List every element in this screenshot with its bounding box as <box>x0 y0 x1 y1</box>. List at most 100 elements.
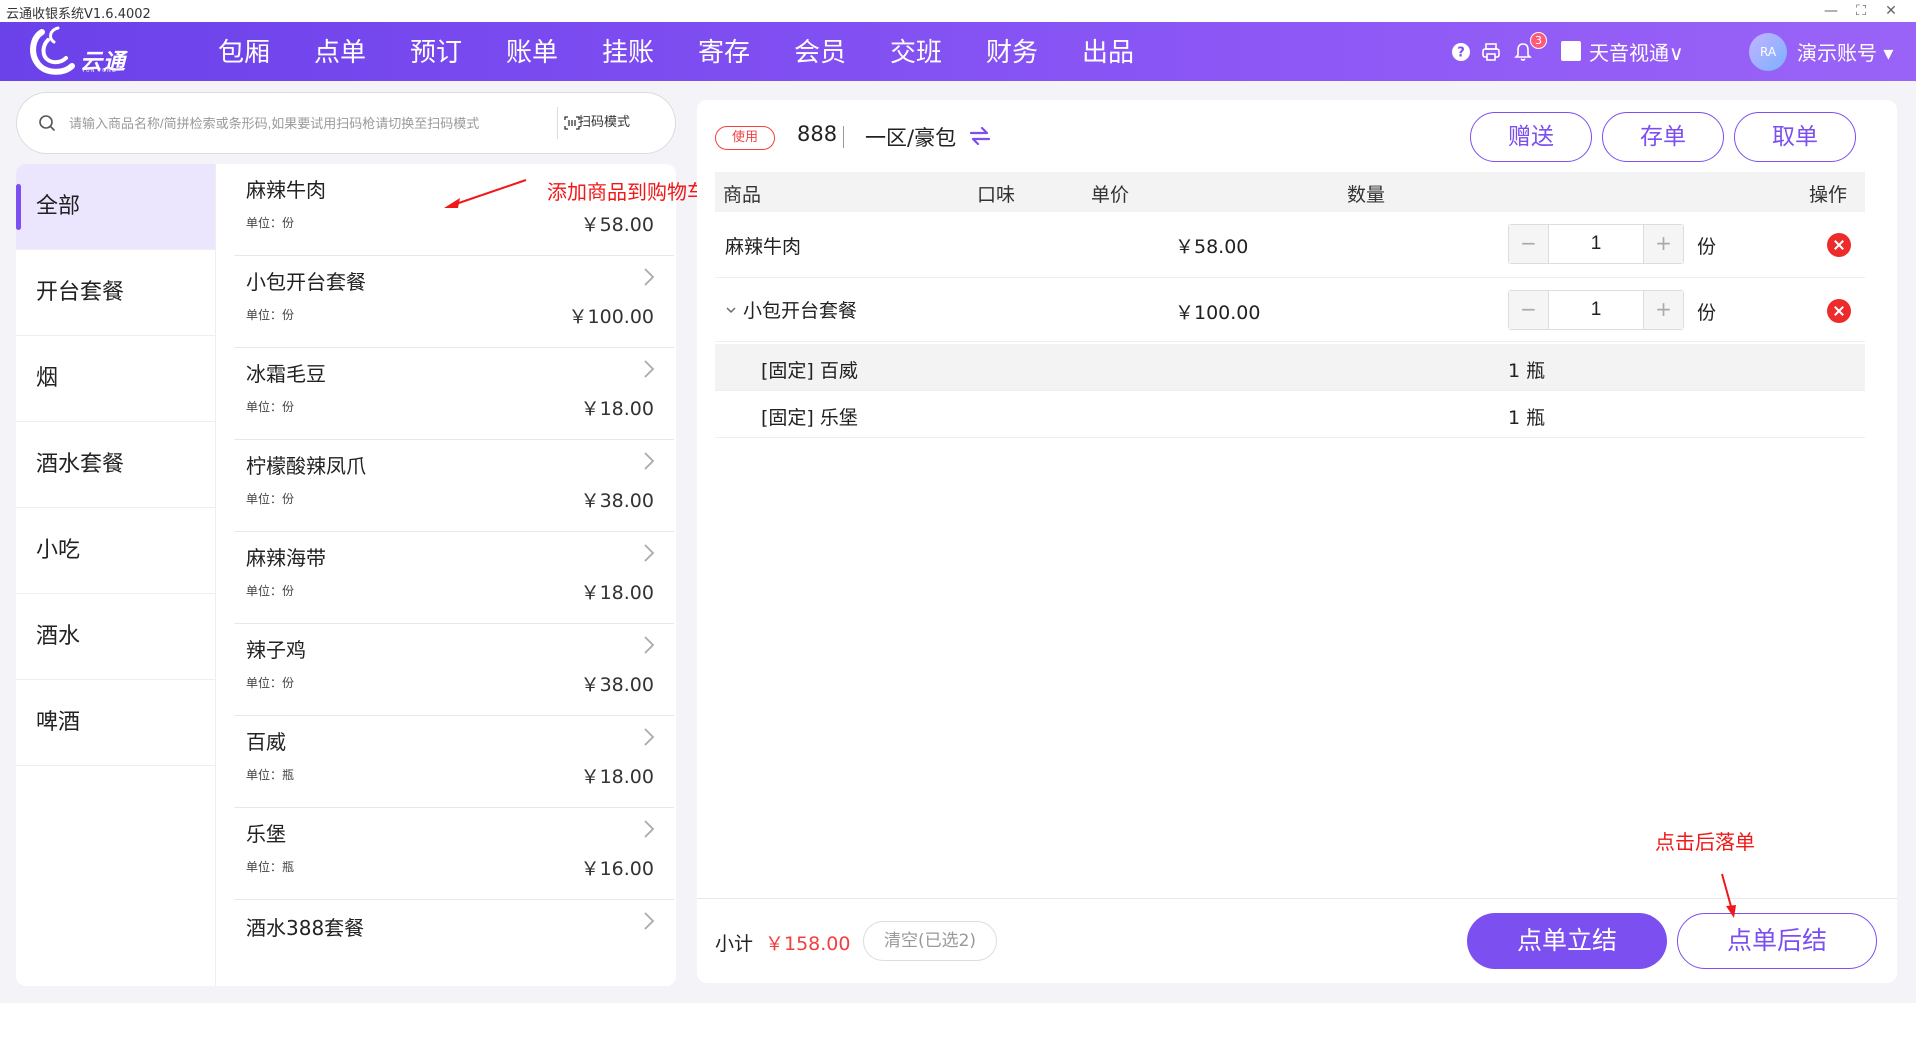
product-unit: 单位：份 <box>246 308 295 322</box>
scan-mode-button[interactable]: 扫码模式 <box>557 107 661 139</box>
nav-reservation[interactable]: 预订 <box>388 22 484 81</box>
chevron-right-icon <box>644 912 655 930</box>
col-actions: 操作 <box>1809 184 1848 206</box>
category-item-drink-package[interactable]: 酒水套餐 <box>16 422 215 508</box>
product-name: 乐堡 <box>246 822 286 846</box>
nav-credit[interactable]: 挂账 <box>580 22 676 81</box>
nav-shift[interactable]: 交班 <box>868 22 964 81</box>
clear-cart-button[interactable]: 清空(已选2) <box>863 921 997 961</box>
svg-text:?: ? <box>1457 46 1465 61</box>
account-menu[interactable]: 演示账号 ▾ <box>1797 37 1893 66</box>
store-selector[interactable]: 天音视通∨ <box>1589 37 1684 66</box>
chevron-right-icon <box>644 544 655 562</box>
product-unit: 单位：份 <box>246 584 295 598</box>
close-window-icon[interactable]: ✕ <box>1876 0 1906 22</box>
category-item-drinks[interactable]: 酒水 <box>16 594 215 680</box>
product-unit: 单位：瓶 <box>246 768 295 782</box>
package-sub-item: [固定] 乐堡 1 瓶 <box>715 391 1865 438</box>
product-list: 麻辣牛肉 单位：份 ￥58.00 小包开台套餐 单位：份 ￥100.00 冰霜毛… <box>234 164 674 986</box>
retrieve-order-button[interactable]: 取单 <box>1734 112 1856 162</box>
nav-members[interactable]: 会员 <box>772 22 868 81</box>
bell-icon[interactable] <box>1513 42 1533 62</box>
search-input[interactable] <box>69 107 539 139</box>
minimize-icon[interactable]: — <box>1816 0 1846 22</box>
store-checkbox-icon[interactable] <box>1561 41 1581 61</box>
category-item-beer[interactable]: 啤酒 <box>16 680 215 766</box>
product-item[interactable]: 辣子鸡 单位：份 ￥38.00 <box>234 624 674 716</box>
annotation-arrow-icon <box>444 179 527 208</box>
category-list: 全部 开台套餐 烟 酒水套餐 小吃 酒水 啤酒 <box>16 164 216 986</box>
nav-bills[interactable]: 账单 <box>484 22 580 81</box>
order-table-header: 商品 口味 单价 数量 操作 <box>715 172 1865 212</box>
quantity-input[interactable] <box>1549 291 1643 329</box>
product-item[interactable]: 麻辣海带 单位：份 ￥18.00 <box>234 532 674 624</box>
avatar[interactable]: RA <box>1749 33 1787 71</box>
save-order-button[interactable]: 存单 <box>1602 112 1724 162</box>
product-item[interactable]: 酒水388套餐 <box>234 900 674 986</box>
product-unit: 单位：瓶 <box>246 860 295 874</box>
nav-finance[interactable]: 财务 <box>964 22 1060 81</box>
item-price: ￥58.00 <box>1175 236 1249 258</box>
increment-button[interactable]: + <box>1643 225 1683 263</box>
category-item-all[interactable]: 全部 <box>16 164 215 250</box>
product-name: 小包开台套餐 <box>246 270 366 294</box>
sub-item-qty: 1 瓶 <box>1508 407 1546 429</box>
quantity-stepper: − + <box>1508 224 1684 264</box>
nav-order[interactable]: 点单 <box>292 22 388 81</box>
product-price: ￥38.00 <box>580 674 654 696</box>
chevron-right-icon <box>644 452 655 470</box>
chevron-right-icon <box>644 636 655 654</box>
chevron-right-icon <box>644 820 655 838</box>
quantity-input[interactable] <box>1549 225 1643 263</box>
annotation-add-to-cart: 添加商品到购物车 <box>547 180 707 204</box>
product-name: 麻辣牛肉 <box>246 178 326 202</box>
search-icon <box>39 115 55 131</box>
order-number: 888 <box>797 122 838 146</box>
col-product: 商品 <box>723 184 762 206</box>
notification-badge: 3 <box>1530 32 1547 49</box>
delete-item-icon[interactable] <box>1827 233 1851 257</box>
sub-item-name: [固定] 百威 <box>761 360 858 382</box>
col-flavor: 口味 <box>977 184 1016 206</box>
maximize-icon[interactable]: ⛶ <box>1846 0 1876 22</box>
category-item-opening-package[interactable]: 开台套餐 <box>16 250 215 336</box>
swap-room-icon[interactable] <box>969 126 991 146</box>
product-price: ￥16.00 <box>580 858 654 880</box>
order-settle-later-button[interactable]: 点单后结 <box>1677 913 1877 969</box>
gift-button[interactable]: 赠送 <box>1470 112 1592 162</box>
decrement-button[interactable]: − <box>1509 225 1549 263</box>
nav-storage[interactable]: 寄存 <box>676 22 772 81</box>
nav-rooms[interactable]: 包厢 <box>196 22 292 81</box>
chevron-down-icon[interactable] <box>725 304 737 316</box>
decrement-button[interactable]: − <box>1509 291 1549 329</box>
product-item[interactable]: 乐堡 单位：瓶 ￥16.00 <box>234 808 674 900</box>
delete-item-icon[interactable] <box>1827 299 1851 323</box>
item-unit: 份 <box>1697 236 1717 258</box>
product-unit: 单位：份 <box>246 216 295 230</box>
order-settle-now-button[interactable]: 点单立结 <box>1467 913 1667 969</box>
main-nav: 包厢 点单 预订 账单 挂账 寄存 会员 交班 财务 出品 <box>196 22 1156 81</box>
printer-icon[interactable] <box>1481 42 1501 62</box>
package-sub-item: [固定] 百威 1 瓶 <box>715 344 1865 391</box>
category-item-tobacco[interactable]: 烟 <box>16 336 215 422</box>
brand-subtitle: YUN TONG <box>82 68 117 74</box>
annotation-after-click: 点击后落单 <box>1655 830 1755 854</box>
window-titlebar: 云通收银系统V1.6.4002 — ⛶ ✕ <box>0 0 1916 22</box>
table-row: 小包开台套餐 ￥100.00 − + 份 <box>715 278 1865 342</box>
product-item[interactable]: 小包开台套餐 单位：份 ￥100.00 <box>234 256 674 348</box>
increment-button[interactable]: + <box>1643 291 1683 329</box>
category-item-snacks[interactable]: 小吃 <box>16 508 215 594</box>
product-name: 冰霜毛豆 <box>246 362 326 386</box>
product-name: 百威 <box>246 730 286 754</box>
product-unit: 单位：份 <box>246 492 295 506</box>
nav-dispatch[interactable]: 出品 <box>1060 22 1156 81</box>
product-item[interactable]: 柠檬酸辣凤爪 单位：份 ￥38.00 <box>234 440 674 532</box>
product-item[interactable]: 百威 单位：瓶 ￥18.00 <box>234 716 674 808</box>
product-item[interactable]: 冰霜毛豆 单位：份 ￥18.00 <box>234 348 674 440</box>
item-name: 小包开台套餐 <box>743 300 858 322</box>
subtotal-amount: ￥158.00 <box>765 933 851 955</box>
help-icon[interactable]: ? <box>1451 42 1471 62</box>
product-name: 酒水388套餐 <box>246 916 365 940</box>
divider <box>843 126 844 148</box>
product-price: ￥18.00 <box>580 582 654 604</box>
